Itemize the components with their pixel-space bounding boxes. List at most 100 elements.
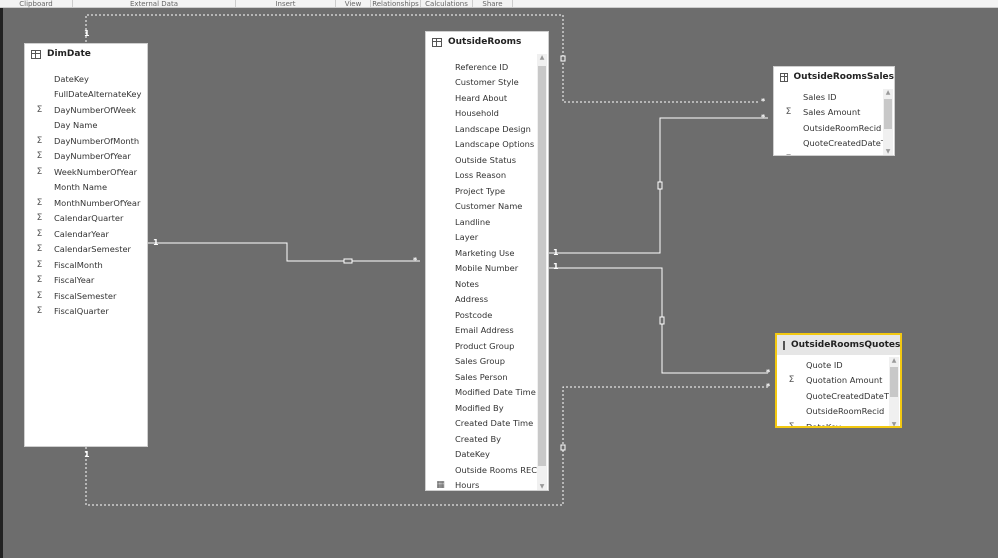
table-name: OutsideRoomsSales [793, 72, 894, 82]
field-row[interactable]: Heard About [426, 90, 548, 106]
field-row[interactable]: Sales ID [774, 89, 894, 105]
scroll-down-icon[interactable]: ▼ [883, 148, 893, 155]
field-row[interactable]: Modified Date Time [426, 385, 548, 401]
field-row[interactable]: Outside Rooms RECI [426, 462, 548, 478]
field-row[interactable]: Sales Person [426, 369, 548, 385]
cardinality-one: 1 [553, 248, 559, 257]
field-name: Sales ID [803, 91, 837, 102]
field-row[interactable]: Postcode [426, 307, 548, 323]
field-row[interactable]: Σ DayNumberOfMonth [25, 133, 147, 149]
field-row[interactable]: OutsideRoomRecid [774, 120, 894, 136]
rel-outsiderooms-quotes[interactable] [548, 267, 768, 374]
field-row[interactable]: Layer [426, 230, 548, 246]
rel-dimdate-outsiderooms[interactable] [148, 242, 420, 262]
field-row[interactable]: Σ FiscalYear [25, 273, 147, 289]
table-header[interactable]: OutsideRoomsSales [774, 67, 894, 87]
field-row[interactable]: Σ WeekNumberOfYear [25, 164, 147, 180]
sigma-icon: Σ [785, 107, 792, 118]
field-row[interactable]: Email Address [426, 323, 548, 339]
table-outsideroomssales[interactable]: OutsideRoomsSales Sales ID Σ Sales Amount Ou… [773, 66, 895, 156]
field-row[interactable]: Σ MonthNumberOfYear [25, 195, 147, 211]
field-row[interactable]: ΣDateKey [777, 419, 900, 428]
field-row[interactable]: Σ CalendarSemester [25, 242, 147, 258]
rel-marker-icon [659, 316, 665, 325]
field-row[interactable]: Reference ID [426, 59, 548, 75]
field-name: Heard About [455, 92, 508, 103]
scroll-up-icon[interactable]: ▲ [883, 89, 893, 96]
field-row[interactable]: Σ FiscalSemester [25, 288, 147, 304]
table-dimdate[interactable]: DimDate DateKey FullDateAlternateKey Σ DayNu… [24, 43, 148, 447]
sigma-icon: Σ [36, 135, 43, 146]
field-name: Month Name [54, 182, 108, 193]
field-name: Email Address [455, 325, 514, 336]
table-icon [432, 37, 442, 47]
field-row[interactable]: Sales Group [426, 354, 548, 370]
field-row[interactable]: FullDateAlternateKey [25, 87, 147, 103]
field-row[interactable]: Σ DayNumberOfYear [25, 149, 147, 165]
field-row[interactable]: Address [426, 292, 548, 308]
field-row[interactable]: Σ Sales Amount [774, 105, 894, 121]
field-row[interactable]: Σ CalendarYear [25, 226, 147, 242]
table-outsideroomsquotes[interactable]: OutsideRoomsQuotes Quote ID Σ Quotation Amo… [775, 333, 902, 428]
field-row[interactable]: Σ Quotation Amount [777, 373, 900, 389]
sigma-icon: Σ [36, 290, 43, 301]
scrollbar[interactable]: ▲ ▼ [889, 357, 899, 426]
sigma-icon: Σ [36, 275, 43, 286]
field-row[interactable]: Landscape Design [426, 121, 548, 137]
field-row[interactable]: Household [426, 106, 548, 122]
field-row[interactable]: QuoteCreatedDateTi [777, 388, 900, 404]
field-row[interactable]: Product Group [426, 338, 548, 354]
scrollbar[interactable]: ▲ ▼ [883, 89, 893, 155]
field-row[interactable]: Σ CalendarQuarter [25, 211, 147, 227]
field-name: Sales Group [455, 356, 505, 367]
scrollbar-thumb[interactable] [538, 66, 546, 466]
table-outsiderooms[interactable]: OutsideRooms Reference ID Customer Style He… [425, 31, 549, 491]
scroll-up-icon[interactable]: ▲ [537, 54, 547, 61]
field-name: Quotation Amount [806, 375, 883, 386]
cardinality-many: * [766, 382, 771, 391]
table-name: OutsideRoomsQuotes [791, 340, 901, 350]
field-row[interactable]: Customer Style [426, 75, 548, 91]
scrollbar-thumb[interactable] [890, 367, 898, 397]
table-header[interactable]: OutsideRooms [426, 32, 548, 52]
field-row[interactable]: Created Date Time [426, 416, 548, 432]
table-header[interactable]: DimDate [25, 44, 147, 64]
field-row[interactable]: Σ FiscalQuarter [25, 304, 147, 320]
cardinality-one: 1 [553, 262, 559, 271]
scrollbar-thumb[interactable] [884, 99, 892, 129]
cardinality-one: 1 [84, 450, 90, 459]
scroll-up-icon[interactable]: ▲ [889, 357, 899, 364]
rel-dimdate-sales-inactive[interactable] [85, 14, 760, 103]
field-row[interactable]: Day Name [25, 118, 147, 134]
field-row[interactable]: Landline [426, 214, 548, 230]
field-name: FullDateAlternateKey [54, 89, 142, 100]
field-name: Loss Reason [455, 170, 507, 181]
field-row[interactable]: Σ FiscalMonth [25, 257, 147, 273]
field-name: DateKey [806, 421, 841, 428]
field-row[interactable]: ΣDateKey [774, 151, 894, 155]
field-row[interactable]: Notes [426, 276, 548, 292]
field-row[interactable]: QuoteCreatedDateTi [774, 136, 894, 152]
scroll-down-icon[interactable]: ▼ [537, 483, 547, 490]
field-row[interactable]: Loss Reason [426, 168, 548, 184]
field-row[interactable]: DateKey [25, 71, 147, 87]
field-row[interactable]: Customer Name [426, 199, 548, 215]
field-row[interactable]: ▦ Hours [426, 478, 548, 490]
field-row[interactable]: Marketing Use [426, 245, 548, 261]
field-row[interactable]: Mobile Number [426, 261, 548, 277]
field-row[interactable]: Quote ID [777, 357, 900, 373]
field-row[interactable]: Created By [426, 431, 548, 447]
table-header[interactable]: OutsideRoomsQuotes [777, 335, 900, 355]
field-row[interactable]: OutsideRoomRecid [777, 404, 900, 420]
field-row[interactable]: Σ DayNumberOfWeek [25, 102, 147, 118]
field-row[interactable]: DateKey [426, 447, 548, 463]
field-row[interactable]: Landscape Options [426, 137, 548, 153]
field-row[interactable]: Month Name [25, 180, 147, 196]
scrollbar[interactable]: ▲ ▼ [537, 54, 547, 490]
field-name: Postcode [455, 309, 493, 320]
field-row[interactable]: Modified By [426, 400, 548, 416]
field-name: Outside Status [455, 154, 517, 165]
field-row[interactable]: Outside Status [426, 152, 548, 168]
field-row[interactable]: Project Type [426, 183, 548, 199]
field-name: WeekNumberOfYear [54, 166, 138, 177]
